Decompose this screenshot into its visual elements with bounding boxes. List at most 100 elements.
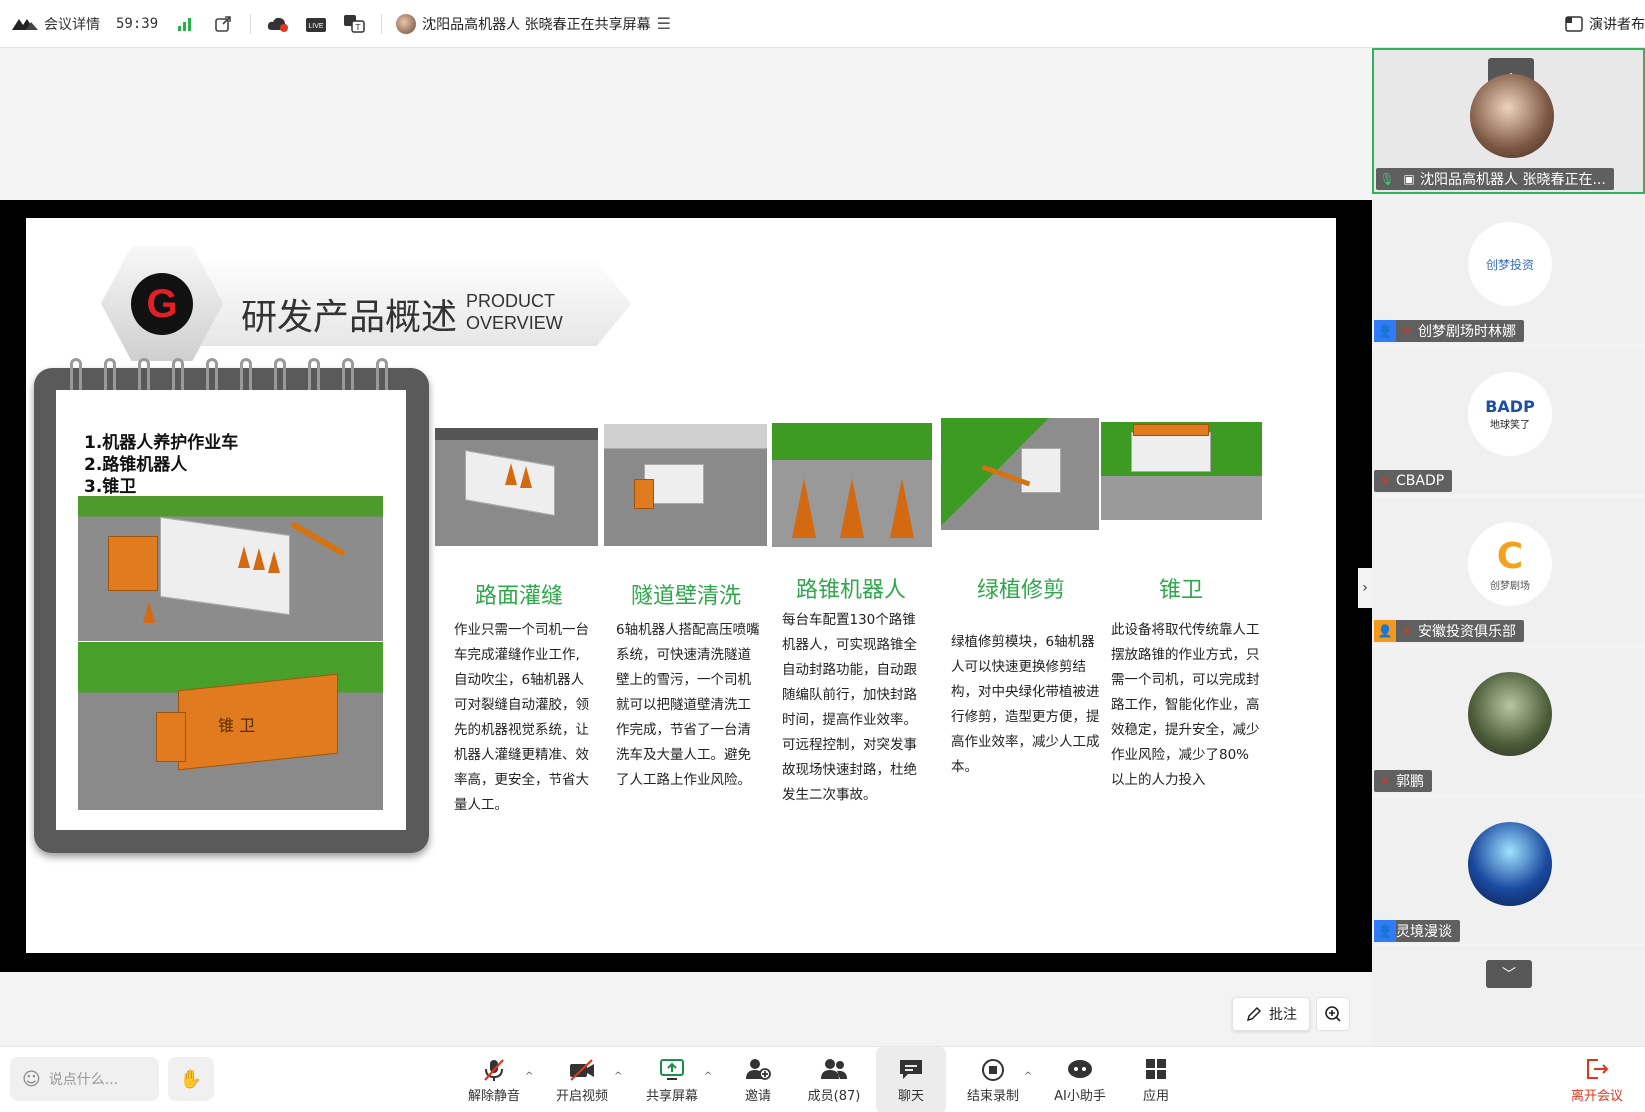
column-title: 路面灌缝 bbox=[474, 584, 563, 609]
members-button[interactable]: 成员(87) bbox=[800, 1047, 868, 1112]
meeting-details-button[interactable]: 会议详情 bbox=[12, 14, 100, 34]
participant-label: 🎙 ▣ 沈阳品高机器人 张晓春正在... bbox=[1376, 168, 1614, 190]
leave-label: 离开会议 bbox=[1570, 1088, 1623, 1104]
screen-share-icon: ▣ bbox=[1403, 172, 1415, 186]
share-screen-icon bbox=[659, 1057, 685, 1085]
share-screen-button[interactable]: 共享屏幕 bbox=[638, 1047, 706, 1112]
share-status-text: 沈阳品高机器人 张晓春正在共享屏幕 bbox=[422, 16, 651, 33]
live-stream-icon[interactable]: LIVE bbox=[305, 13, 327, 35]
participants-panel: ︿ 🎙 ▣ 沈阳品高机器人 张晓春正在... 创梦投资 👤 ✕ 创梦剧场时林娜 … bbox=[1372, 48, 1645, 1046]
cone bbox=[238, 546, 250, 568]
title-en-line2: OVERVIEW bbox=[466, 313, 563, 333]
presenter-view-button[interactable]: 演讲者布 bbox=[1565, 0, 1645, 48]
quick-chat-input[interactable]: ☺ 说点什么... bbox=[10, 1057, 159, 1101]
shared-screen-stage: G 研发产品概述 PRODUCT OVERVIEW 1.机器人养护作业车 2.路… bbox=[0, 48, 1372, 1046]
unmute-button[interactable]: 解除静音 bbox=[460, 1047, 528, 1112]
maintenance-truck-image bbox=[78, 496, 383, 641]
share-options-caret[interactable]: ^ bbox=[704, 1071, 712, 1082]
avatar bbox=[1468, 672, 1552, 756]
collapse-panel-toggle[interactable]: › bbox=[1358, 568, 1372, 608]
participant-tile[interactable]: C 创梦剧场 👤 ✕ 安徽投资俱乐部 bbox=[1372, 498, 1645, 644]
mic-muted-icon: ✕ bbox=[1379, 774, 1391, 788]
emoji-icon[interactable]: ☺ bbox=[22, 1069, 41, 1090]
annotate-button[interactable]: 批注 bbox=[1232, 997, 1310, 1031]
presenter-view-label: 演讲者布 bbox=[1589, 17, 1645, 33]
participant-name: 沈阳品高机器人 张晓春正在... bbox=[1420, 172, 1606, 188]
participant-label: 👤 ✕ 安徽投资俱乐部 bbox=[1374, 620, 1524, 642]
column-text: 绿植修剪模块，6轴机器人可以快速更换修剪结构，对中央绿化带植被进行修剪，造型更方… bbox=[951, 634, 1100, 775]
raise-hand-button[interactable]: ✋ bbox=[168, 1057, 214, 1101]
participant-label: ✕ 郭鹏 bbox=[1374, 770, 1432, 792]
annotate-label: 批注 bbox=[1269, 1007, 1297, 1023]
recording-options-caret[interactable]: ^ bbox=[1024, 1071, 1032, 1082]
start-video-button[interactable]: 开启视频 bbox=[548, 1047, 616, 1112]
stop-recording-button[interactable]: 结束录制 bbox=[958, 1047, 1028, 1112]
brand-mark-icon: C bbox=[1496, 536, 1524, 577]
cone-rack bbox=[1133, 424, 1209, 436]
user-icon: 👤 bbox=[1374, 920, 1396, 942]
avatar-subtext: 地球笑了 bbox=[1490, 420, 1530, 431]
mic-off-icon bbox=[481, 1057, 507, 1085]
avatar-text: 创梦投资 bbox=[1485, 257, 1534, 272]
share-status[interactable]: 沈阳品高机器人 张晓春正在共享屏幕 ☰ bbox=[396, 13, 671, 34]
cone bbox=[890, 478, 914, 538]
control-label: 开启视频 bbox=[555, 1088, 608, 1104]
unmute-options-caret[interactable]: ^ bbox=[525, 1071, 533, 1082]
avatar: C 创梦剧场 bbox=[1468, 522, 1552, 606]
apps-button[interactable]: 应用 bbox=[1128, 1047, 1184, 1112]
invite-button[interactable]: 邀请 bbox=[730, 1047, 786, 1112]
chat-button[interactable]: 聊天 bbox=[876, 1047, 946, 1112]
app-logo-icon bbox=[12, 18, 38, 30]
cone bbox=[505, 463, 517, 485]
signal-strength-icon[interactable] bbox=[174, 13, 196, 35]
ai-assistant-button[interactable]: AI小助手 bbox=[1044, 1047, 1116, 1112]
slide-banner: G 研发产品概述 PRODUCT OVERVIEW bbox=[101, 246, 631, 361]
hand-icon: ✋ bbox=[179, 1068, 203, 1090]
participant-name: 创梦剧场时林娜 bbox=[1418, 324, 1516, 340]
participant-tile[interactable]: ︿ 🎙 ▣ 沈阳品高机器人 张晓春正在... bbox=[1372, 48, 1645, 194]
cargo-box bbox=[178, 673, 338, 771]
cloud-record-icon[interactable] bbox=[267, 13, 289, 35]
leave-meeting-button[interactable]: 离开会议 bbox=[1560, 1047, 1634, 1112]
translate-icon[interactable]: T bbox=[343, 13, 365, 35]
cone bbox=[253, 548, 265, 570]
slide-title-en: PRODUCT OVERVIEW bbox=[466, 290, 563, 334]
bottom-control-bar: ☺ 说点什么... ✋ 解除静音 ^ 开启视频 ^ 共享屏幕 ^ 邀请 成员(8… bbox=[0, 1046, 1645, 1112]
cone-truck-image: 锥 卫 bbox=[78, 642, 383, 810]
truck-cab bbox=[634, 479, 654, 509]
participant-name: CBADP bbox=[1396, 473, 1445, 489]
participant-tile[interactable]: 👤 灵境漫谈 bbox=[1372, 798, 1645, 944]
column-title: 路锥机器人 bbox=[795, 578, 906, 603]
zoom-in-button[interactable] bbox=[1316, 997, 1350, 1031]
meeting-timer: 59:39 bbox=[116, 15, 159, 32]
column-title: 隧道壁清洗 bbox=[630, 584, 741, 609]
notebook-page: 1.机器人养护作业车 2.路锥机器人 3.锥卫 锥 卫 bbox=[56, 390, 406, 830]
shared-screen[interactable]: G 研发产品概述 PRODUCT OVERVIEW 1.机器人养护作业车 2.路… bbox=[0, 200, 1372, 972]
participant-tile[interactable]: BADP 地球笑了 ✕ CBADP bbox=[1372, 348, 1645, 494]
members-icon bbox=[819, 1057, 849, 1085]
popout-icon[interactable] bbox=[212, 13, 234, 35]
video-options-caret[interactable]: ^ bbox=[614, 1071, 622, 1082]
control-label: 解除静音 bbox=[467, 1088, 520, 1104]
column-image-4 bbox=[941, 418, 1099, 530]
menu-icon[interactable]: ☰ bbox=[657, 14, 671, 33]
control-label: 聊天 bbox=[897, 1088, 924, 1104]
participant-tile[interactable]: ✕ 郭鹏 bbox=[1372, 648, 1645, 794]
pen-icon bbox=[1246, 1006, 1262, 1022]
presentation-slide: G 研发产品概述 PRODUCT OVERVIEW 1.机器人养护作业车 2.路… bbox=[26, 218, 1336, 953]
scroll-down-button[interactable]: ﹀ bbox=[1486, 960, 1532, 988]
control-label: 结束录制 bbox=[966, 1088, 1019, 1104]
user-icon: 👤 bbox=[1374, 620, 1396, 642]
participant-tile[interactable]: ﹀ bbox=[1372, 946, 1645, 1046]
truck-cab bbox=[156, 712, 186, 762]
avatar bbox=[1470, 74, 1554, 158]
presenter-view-icon bbox=[1565, 16, 1583, 32]
svg-text:T: T bbox=[355, 23, 361, 32]
participant-tile[interactable]: 创梦投资 👤 ✕ 创梦剧场时林娜 bbox=[1372, 198, 1645, 344]
column-image-2 bbox=[604, 424, 767, 546]
product-list: 1.机器人养护作业车 2.路锥机器人 3.锥卫 bbox=[84, 432, 238, 498]
product-list-item: 2.路锥机器人 bbox=[84, 455, 188, 475]
cone bbox=[840, 478, 864, 538]
cone bbox=[792, 478, 816, 538]
participant-name: 郭鹏 bbox=[1396, 774, 1424, 790]
